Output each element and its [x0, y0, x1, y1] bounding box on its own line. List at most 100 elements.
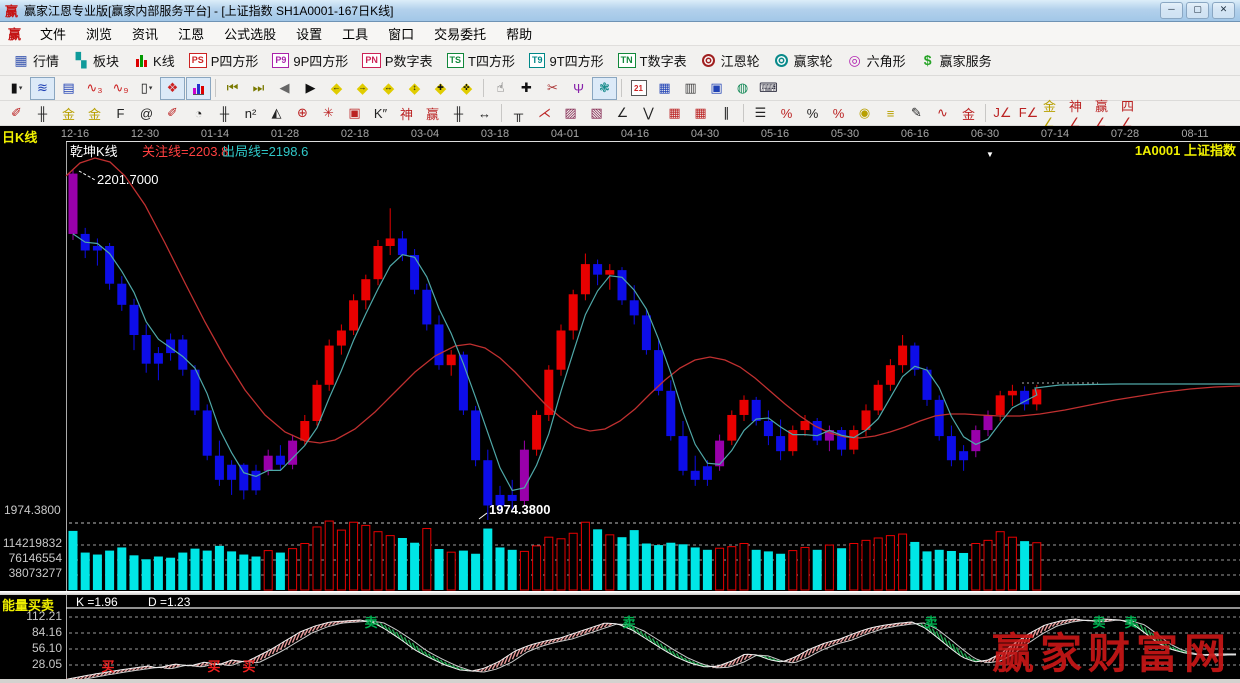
- last-page-button[interactable]: ⏭: [246, 77, 271, 100]
- fan-lines-button[interactable]: ⋌: [532, 102, 557, 125]
- scale-tool-button[interactable]: ☰: [748, 102, 773, 125]
- pan-hand-button[interactable]: ☝: [488, 77, 513, 100]
- zigzag-9-button[interactable]: ∿₉: [108, 77, 133, 100]
- close-button[interactable]: ✕: [1212, 2, 1235, 19]
- angle-mirror-button[interactable]: ◭: [264, 102, 289, 125]
- notes-button[interactable]: ▥: [678, 77, 703, 100]
- gold-circle-button[interactable]: ◉: [852, 102, 877, 125]
- gann-star-button[interactable]: ✳: [316, 102, 341, 125]
- percent-line-button[interactable]: %: [774, 102, 799, 125]
- j-angle-button[interactable]: J∠: [990, 102, 1015, 125]
- zoom-horizontal-button[interactable]: ◆↔: [376, 77, 401, 100]
- smart-analysis-button[interactable]: ❃: [592, 77, 617, 100]
- percent-level-button[interactable]: %: [826, 102, 851, 125]
- gann-tool-button[interactable]: Ψ: [566, 77, 591, 100]
- ruler-123-button[interactable]: ╫: [446, 102, 471, 125]
- menu-item-6[interactable]: 工具: [332, 21, 378, 46]
- menu-item-1[interactable]: 浏览: [76, 21, 122, 46]
- toolbar-button-gann-wheel[interactable]: 江恩轮: [694, 48, 767, 73]
- toolbar-button-p-square[interactable]: PSP四方形: [182, 48, 266, 73]
- toolbar-button-9t-square[interactable]: T99T四方形: [522, 48, 611, 73]
- menu-item-2[interactable]: 资讯: [122, 21, 168, 46]
- f-angle-button[interactable]: F∠: [1016, 102, 1041, 125]
- gold-line-button[interactable]: 金: [956, 102, 981, 125]
- zoom-out-button[interactable]: ◆✜: [454, 77, 479, 100]
- gann-circle-button[interactable]: ⊕: [290, 102, 315, 125]
- gold-ruler-button[interactable]: 金: [56, 102, 81, 125]
- terminal-button[interactable]: ⌨: [756, 77, 781, 100]
- angle-lines-button[interactable]: ∠: [610, 102, 635, 125]
- zoom-vertical-button[interactable]: ◆↕: [402, 77, 427, 100]
- menu-item-3[interactable]: 江恩: [168, 21, 214, 46]
- toolbar-button-kline[interactable]: K线: [126, 48, 182, 73]
- toolbar-button-9p-square[interactable]: P99P四方形: [265, 48, 355, 73]
- gold-levels-button[interactable]: ≡: [878, 102, 903, 125]
- menu-item-7[interactable]: 窗口: [378, 21, 424, 46]
- ruler-button[interactable]: ╫: [30, 102, 55, 125]
- win-tool-button[interactable]: 赢: [420, 102, 445, 125]
- pole-button[interactable]: ╥: [506, 102, 531, 125]
- gold-ruler-2-button[interactable]: 金: [82, 102, 107, 125]
- toolbar-button-winner-service[interactable]: $赢家服务: [913, 48, 999, 73]
- toolbar-button-t-square[interactable]: TST四方形: [440, 48, 522, 73]
- pencil-button[interactable]: ✐: [4, 102, 29, 125]
- toolbar-button-winner-wheel[interactable]: 赢家轮: [767, 48, 840, 73]
- volume-style-button[interactable]: [186, 77, 211, 100]
- ruler-2-button[interactable]: ╫: [212, 102, 237, 125]
- quote-board-button[interactable]: ▤: [56, 77, 81, 100]
- measure-button[interactable]: ✂: [540, 77, 565, 100]
- spiral-button[interactable]: @: [134, 102, 159, 125]
- kline-style-button[interactable]: ▮▾: [4, 77, 29, 100]
- parallel-lines-button[interactable]: ∥: [714, 102, 739, 125]
- dropdown-marker-icon[interactable]: ▼: [986, 150, 994, 159]
- pencil-ruler-button[interactable]: ✐: [160, 102, 185, 125]
- first-page-button[interactable]: ⏮: [220, 77, 245, 100]
- zigzag-3-button[interactable]: ∿₃: [82, 77, 107, 100]
- qiankun-mode-button[interactable]: ❖: [160, 77, 185, 100]
- fib-ruler-button[interactable]: F: [108, 102, 133, 125]
- menu-item-5[interactable]: 设置: [286, 21, 332, 46]
- calculator-button[interactable]: ▦: [652, 77, 677, 100]
- square-numbers-button[interactable]: n²: [238, 102, 263, 125]
- zoom-right-button[interactable]: ◆→: [350, 77, 375, 100]
- wave-line-button[interactable]: ∿: [930, 102, 955, 125]
- menu-item-4[interactable]: 公式选股: [214, 21, 286, 46]
- network-button[interactable]: ◍: [730, 77, 755, 100]
- menu-item-9[interactable]: 帮助: [496, 21, 542, 46]
- menu-item-8[interactable]: 交易委托: [424, 21, 496, 46]
- toolbar-button-sectors[interactable]: ▚板块: [66, 48, 126, 73]
- page-next-button[interactable]: ▶: [298, 77, 323, 100]
- chart-mode-button[interactable]: ≋: [30, 77, 55, 100]
- v-lines-button[interactable]: ⋁: [636, 102, 661, 125]
- title-bar[interactable]: 赢 赢家江恩专业版[赢家内部服务平台] - [上证指数 SH1A0001-167…: [0, 0, 1240, 22]
- shen-angle-button[interactable]: 神∠: [1068, 102, 1093, 125]
- grid-red-button[interactable]: ▦: [662, 102, 687, 125]
- candle-type-button[interactable]: ▯▾: [134, 77, 159, 100]
- maximize-button[interactable]: ▢: [1186, 2, 1209, 19]
- minimize-button[interactable]: ─: [1160, 2, 1183, 19]
- crosshair-button[interactable]: ✚: [514, 77, 539, 100]
- fan-box-button[interactable]: ▨: [558, 102, 583, 125]
- win-angle-button[interactable]: 赢∠: [1094, 102, 1119, 125]
- gann-box-button[interactable]: ▣: [342, 102, 367, 125]
- toolbar-button-p-number-table[interactable]: PNP数字表: [355, 48, 439, 73]
- zoom-in-button[interactable]: ◆✚: [428, 77, 453, 100]
- menu-item-0[interactable]: 文件: [30, 21, 76, 46]
- fan-box-2-button[interactable]: ▧: [584, 102, 609, 125]
- toolbar-button-quotes[interactable]: ▦行情: [6, 48, 66, 73]
- draw-pencil-button[interactable]: ✎: [904, 102, 929, 125]
- pane-splitter[interactable]: [0, 591, 1240, 595]
- span-arrows-button[interactable]: ↔: [472, 102, 497, 125]
- grid-red-2-button[interactable]: ▦: [688, 102, 713, 125]
- save-button[interactable]: ▣: [704, 77, 729, 100]
- toolbar-button-t-number-table[interactable]: TNT数字表: [611, 48, 694, 73]
- zoom-left-button[interactable]: ◆←: [324, 77, 349, 100]
- arc-ruler-button[interactable]: ◔: [186, 102, 211, 125]
- percent-button[interactable]: %: [800, 102, 825, 125]
- k-mark-button[interactable]: K″: [368, 102, 393, 125]
- calendar-button[interactable]: 21: [626, 77, 651, 100]
- gold-angle-button[interactable]: 金∠: [1042, 102, 1067, 125]
- si-angle-button[interactable]: 四∠: [1120, 102, 1145, 125]
- shen-tool-button[interactable]: 神: [394, 102, 419, 125]
- page-prev-button[interactable]: ◀: [272, 77, 297, 100]
